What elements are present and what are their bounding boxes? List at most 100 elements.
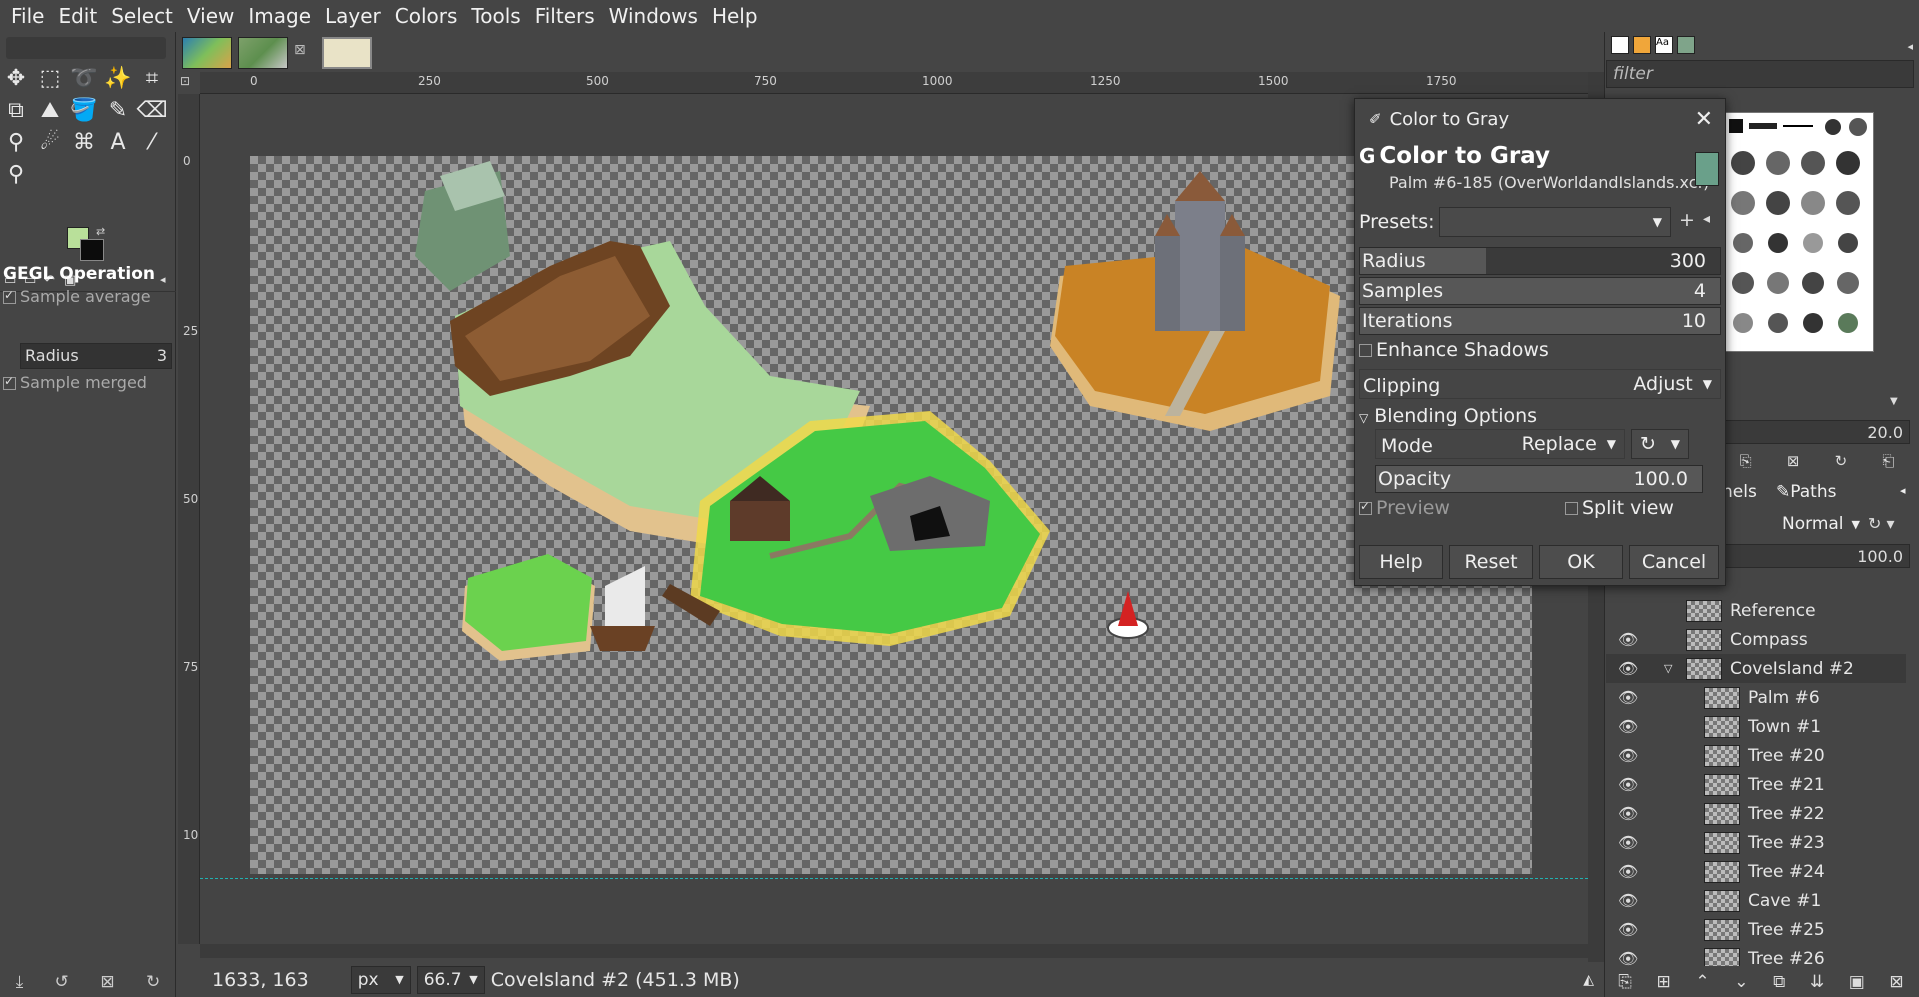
sample-average-checkbox[interactable] bbox=[3, 288, 16, 304]
layer-opacity-field[interactable]: 100.0 bbox=[1722, 544, 1910, 568]
document-history-tab-icon[interactable] bbox=[1677, 36, 1695, 54]
radius-field[interactable]: Radius 3 bbox=[20, 343, 172, 369]
clone-tool-icon[interactable]: ⚲ bbox=[0, 126, 32, 158]
duplicate-layer-icon[interactable]: ⧉ bbox=[1773, 972, 1785, 992]
sample-merged-checkbox[interactable] bbox=[3, 374, 16, 390]
zoom-select[interactable]: 66.7 ▼ bbox=[416, 965, 485, 994]
sample-merged-option[interactable]: Sample merged bbox=[3, 373, 147, 392]
open-brush-icon[interactable]: ⎗ bbox=[1882, 452, 1894, 470]
opacity-spinner[interactable]: Opacity 100.0 bbox=[1375, 465, 1703, 493]
menu-help[interactable]: Help bbox=[705, 4, 765, 28]
free-select-tool-icon[interactable]: ➰ bbox=[68, 62, 100, 94]
visibility-eye-icon[interactable]: 👁 bbox=[1618, 630, 1638, 649]
visibility-eye-icon[interactable]: 👁 bbox=[1618, 833, 1638, 852]
image-tab-2[interactable] bbox=[238, 37, 288, 69]
split-view-option[interactable]: Split view bbox=[1565, 497, 1674, 519]
brush-filter-input[interactable]: filter bbox=[1606, 60, 1914, 88]
layer-row[interactable]: 👁 Tree #20 bbox=[1606, 741, 1906, 770]
mask-layer-icon[interactable]: ▣ bbox=[1849, 972, 1865, 992]
move-tool-icon[interactable]: ✥ bbox=[0, 62, 32, 94]
rect-select-tool-icon[interactable]: ⬚ bbox=[34, 62, 66, 94]
close-tab-icon[interactable]: ⊠ bbox=[294, 42, 306, 58]
menu-filters[interactable]: Filters bbox=[528, 4, 602, 28]
new-layer-icon[interactable]: ⎘ bbox=[1618, 972, 1632, 992]
reset-options-icon[interactable]: ↻ bbox=[146, 972, 160, 992]
tab-menu-icon[interactable]: ◂ bbox=[1900, 484, 1906, 497]
mode-select[interactable]: Replace ▼ bbox=[1375, 429, 1625, 459]
layer-row[interactable]: 👁 ▽ CoveIsland #2 bbox=[1606, 654, 1906, 683]
radius-spinner[interactable]: Radius 300 bbox=[1359, 247, 1721, 275]
horizontal-scrollbar[interactable] bbox=[200, 944, 1588, 958]
split-view-checkbox[interactable] bbox=[1565, 502, 1578, 515]
menu-tools[interactable]: Tools bbox=[464, 4, 527, 28]
enhance-shadows-checkbox[interactable] bbox=[1359, 344, 1372, 357]
layer-row[interactable]: 👁 Tree #21 bbox=[1606, 770, 1906, 799]
toolbox-drop-area[interactable] bbox=[6, 37, 166, 59]
enhance-shadows-option[interactable]: Enhance Shadows bbox=[1359, 339, 1549, 361]
text-tool-icon[interactable]: A bbox=[102, 126, 134, 158]
cancel-button[interactable]: Cancel bbox=[1629, 545, 1719, 579]
reset-button[interactable]: Reset bbox=[1449, 545, 1533, 579]
layer-row[interactable]: 👁 Cave #1 bbox=[1606, 886, 1906, 915]
brush-grid[interactable] bbox=[1722, 112, 1874, 352]
visibility-eye-icon[interactable]: 👁 bbox=[1618, 891, 1638, 910]
unit-select[interactable]: px ▼ bbox=[350, 965, 411, 994]
menu-file[interactable]: File bbox=[4, 4, 51, 28]
crop-tool-icon[interactable]: ⌗ bbox=[136, 62, 168, 94]
menu-image[interactable]: Image bbox=[241, 4, 318, 28]
fuzzy-select-tool-icon[interactable]: ✨ bbox=[102, 62, 134, 94]
layer-row[interactable]: 👁 Tree #24 bbox=[1606, 857, 1906, 886]
layer-composite-icon[interactable]: ↻ ▾ bbox=[1868, 514, 1895, 533]
layer-row[interactable]: 👁 Tree #26 bbox=[1606, 944, 1906, 966]
patterns-tab-icon[interactable] bbox=[1633, 36, 1651, 54]
navigate-icon[interactable]: ◭ bbox=[1583, 972, 1594, 988]
color-picker-tool-icon[interactable]: ⁄ bbox=[136, 126, 168, 158]
brush-size-field[interactable]: 20.0 bbox=[1722, 420, 1910, 444]
eraser-tool-icon[interactable]: ⌫ bbox=[136, 94, 168, 126]
delete-options-icon[interactable]: ⊠ bbox=[100, 972, 114, 992]
bucket-fill-tool-icon[interactable]: 🪣 bbox=[68, 94, 100, 126]
layer-row[interactable]: 👁 Palm #6 bbox=[1606, 683, 1906, 712]
brushes-tab-icon[interactable] bbox=[1611, 36, 1629, 54]
preset-menu-icon[interactable]: ◂ bbox=[1703, 211, 1710, 227]
menu-edit[interactable]: Edit bbox=[51, 4, 104, 28]
visibility-eye-icon[interactable]: 👁 bbox=[1618, 949, 1638, 966]
expand-group-icon[interactable]: ▽ bbox=[1664, 662, 1672, 675]
transform-tool-icon[interactable]: ⧉ bbox=[0, 94, 32, 126]
menu-select[interactable]: Select bbox=[104, 4, 180, 28]
edit-brush-icon[interactable]: ⎘ bbox=[1740, 452, 1752, 470]
channels-tab[interactable]: nels bbox=[1722, 482, 1757, 502]
image-canvas[interactable] bbox=[250, 156, 1532, 874]
paths-tool-icon[interactable]: ⌘ bbox=[68, 126, 100, 158]
visibility-eye-icon[interactable]: 👁 bbox=[1618, 775, 1638, 794]
swap-colors-icon[interactable]: ⇄ bbox=[96, 225, 105, 238]
blending-options-expander[interactable]: ▽ Blending Options bbox=[1359, 405, 1537, 427]
samples-spinner[interactable]: Samples 4 bbox=[1359, 277, 1721, 305]
quick-mask-icon[interactable]: ⊡ bbox=[180, 74, 190, 88]
composite-mode-select[interactable]: ↻ ▼ bbox=[1631, 429, 1689, 459]
background-color[interactable] bbox=[80, 239, 104, 261]
layer-row[interactable]: 👁 Tree #25 bbox=[1606, 915, 1906, 944]
visibility-eye-icon[interactable]: 👁 bbox=[1618, 920, 1638, 939]
dialog-titlebar[interactable]: ✐ Color to Gray bbox=[1355, 99, 1725, 139]
sample-average-option[interactable]: Sample average bbox=[3, 287, 151, 306]
save-options-icon[interactable]: ⤓ bbox=[16, 972, 24, 992]
menu-layer[interactable]: Layer bbox=[318, 4, 388, 28]
layer-row[interactable]: 👁 Tree #22 bbox=[1606, 799, 1906, 828]
delete-brush-icon[interactable]: ⊠ bbox=[1787, 452, 1800, 470]
iterations-spinner[interactable]: Iterations 10 bbox=[1359, 307, 1721, 335]
new-group-icon[interactable]: ⊞ bbox=[1657, 972, 1671, 992]
delete-layer-icon[interactable]: ⊠ bbox=[1889, 972, 1903, 992]
image-tab-3[interactable] bbox=[322, 37, 372, 69]
fonts-tab-icon[interactable]: Aa bbox=[1655, 36, 1673, 54]
raise-layer-icon[interactable]: ⌃ bbox=[1695, 972, 1709, 992]
refresh-brushes-icon[interactable]: ↻ bbox=[1835, 452, 1848, 470]
warp-tool-icon[interactable]: ⛰ bbox=[34, 94, 66, 126]
preview-checkbox[interactable] bbox=[1359, 499, 1372, 515]
paths-tab[interactable]: ✎Paths bbox=[1776, 482, 1836, 502]
image-tab-1[interactable] bbox=[182, 37, 232, 69]
layer-mode-select[interactable]: Normal ▼ bbox=[1740, 510, 1860, 538]
restore-options-icon[interactable]: ↺ bbox=[55, 972, 69, 992]
menu-view[interactable]: View bbox=[180, 4, 241, 28]
visibility-eye-icon[interactable]: 👁 bbox=[1618, 717, 1638, 736]
